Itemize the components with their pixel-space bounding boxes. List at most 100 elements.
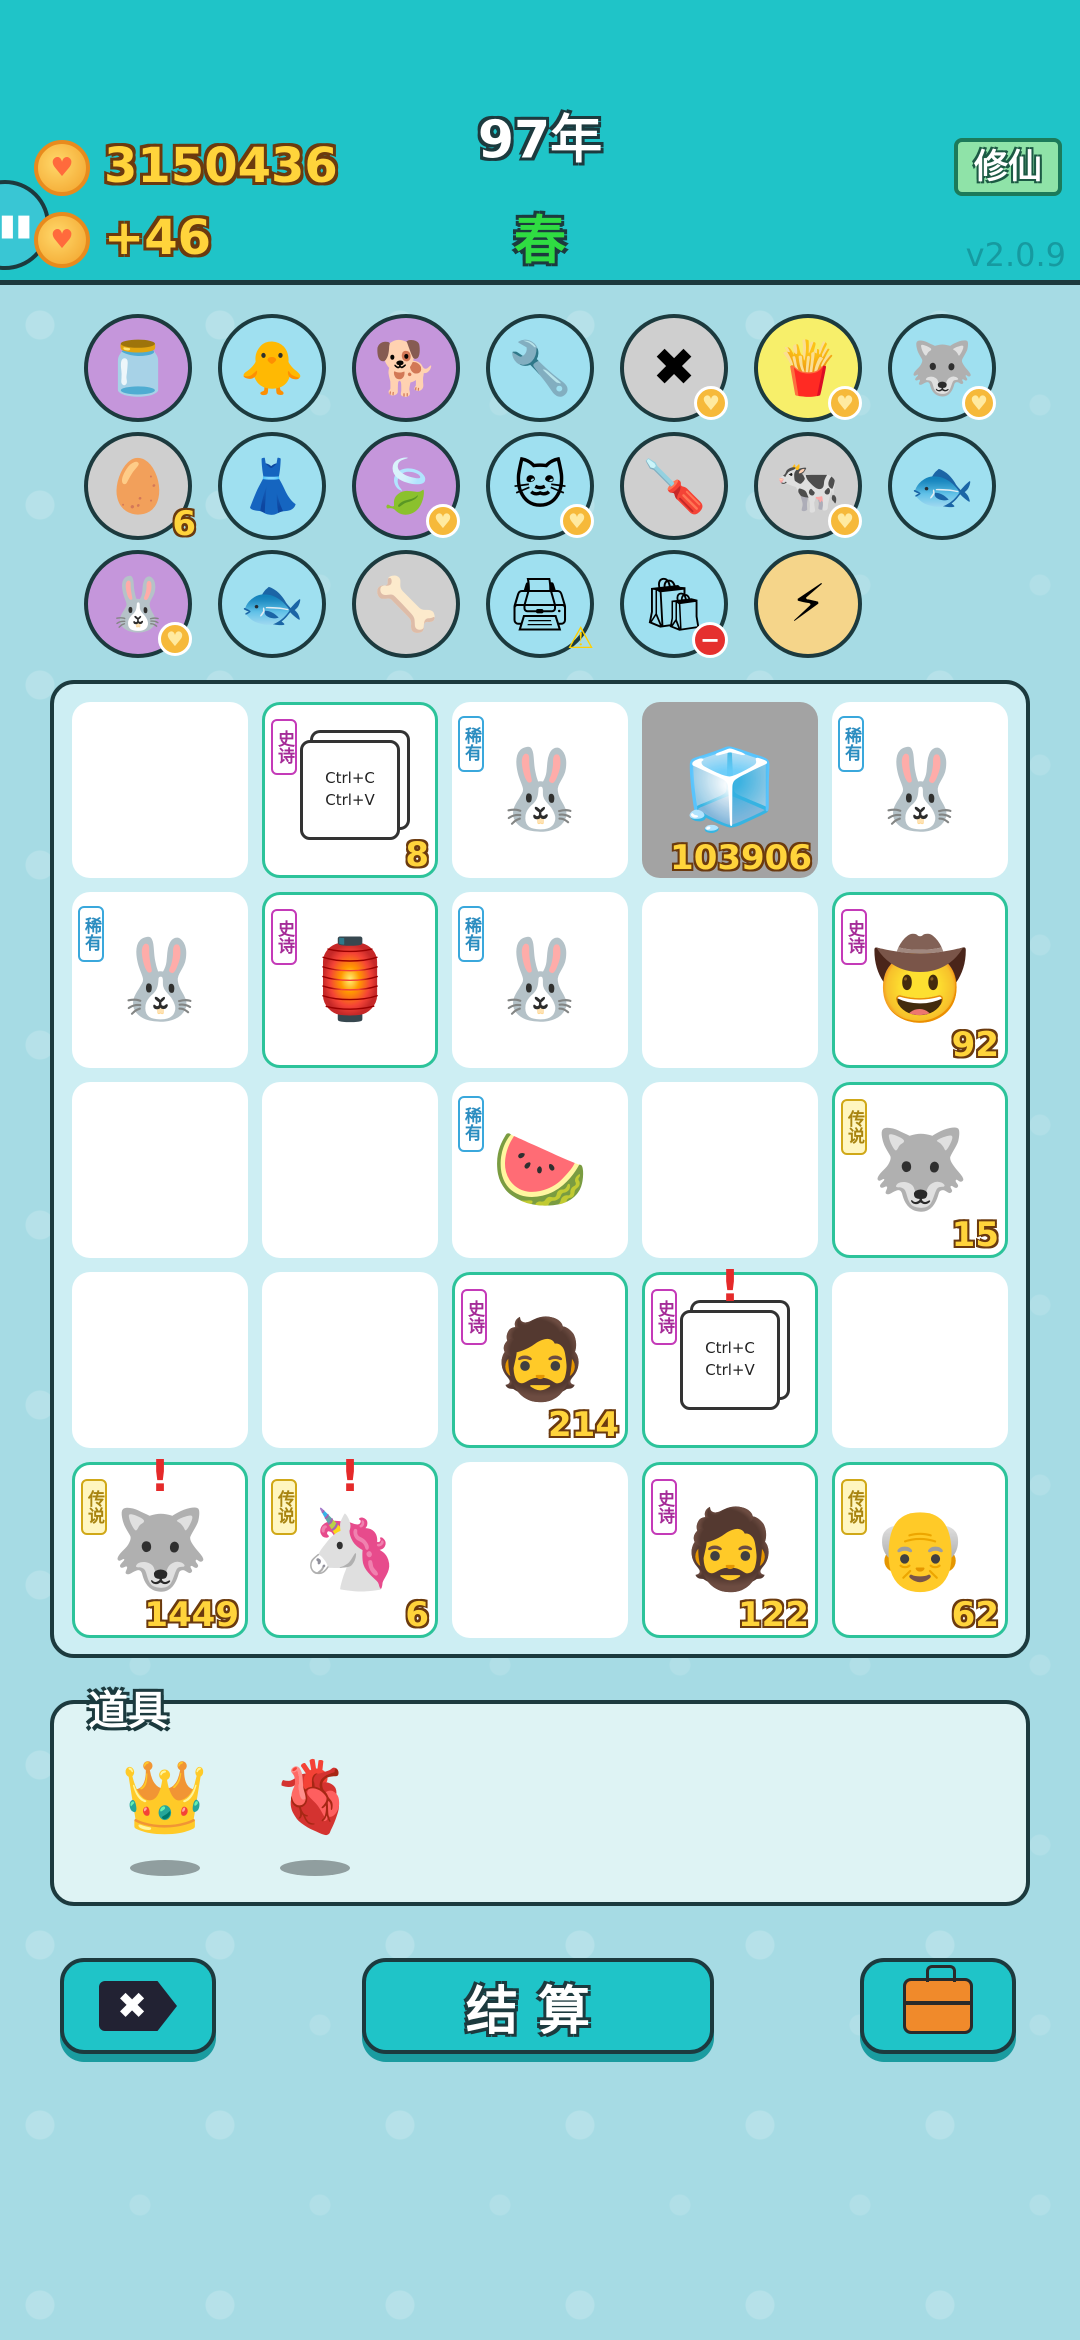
rarity-tag: 史诗 (651, 1479, 677, 1535)
empty-cell[interactable] (72, 1082, 248, 1258)
husky-icon[interactable]: 🐺 ♥ (888, 314, 996, 422)
cell-glyph: 🐰 (491, 744, 589, 835)
watermelon-cell[interactable]: 🍉 稀有 (452, 1082, 628, 1258)
printer-icon[interactable]: 🖨 ⚠ (486, 550, 594, 658)
cell-counter: 62 (951, 1595, 999, 1635)
card-line-1: Ctrl+C (325, 769, 375, 787)
cell-counter: 1449 (144, 1595, 239, 1635)
settle-label: 结算 (465, 1981, 610, 2042)
remove-button[interactable]: ✖ (60, 1958, 216, 2054)
rarity-tag: 稀有 (458, 906, 484, 962)
cultivation-button[interactable]: 修仙 (954, 138, 1062, 196)
cell-counter: 103906 (670, 838, 812, 878)
symbol-glyph: 🐰 (105, 574, 171, 635)
symbol-glyph: 🍟 (775, 338, 841, 399)
heart-badge-icon: ♥ (828, 504, 862, 538)
rarity-tag: 史诗 (461, 1289, 487, 1345)
tools-title: 道具 (88, 1688, 168, 1734)
card-line-2: Ctrl+V (325, 791, 375, 809)
heart-badge-icon: ♥ (828, 386, 862, 420)
symbol-glyph: ✖ (652, 338, 696, 398)
card-line-2: Ctrl+V (705, 1361, 755, 1379)
cell-counter: 8 (405, 835, 429, 875)
rarity-tag: 稀有 (458, 716, 484, 772)
bearded-man-cell[interactable]: 🧔 史诗 214 (452, 1272, 628, 1448)
cow-pair-icon[interactable]: 🐄 ♥ (754, 432, 862, 540)
top-bar: ▮▮ ♥ 3150436 ♥ +46 97年 春 修仙 v2.0.9 (0, 0, 1080, 285)
cell-glyph: 🏮 (301, 934, 399, 1025)
alert-icon: ! (149, 1451, 171, 1502)
empty-cell[interactable] (452, 1462, 628, 1638)
symbol-glyph: 🦴 (373, 574, 439, 635)
farmer-cell[interactable]: 🤠 史诗 92 (832, 892, 1008, 1068)
symbol-glyph: ⚡ (789, 574, 827, 634)
crown-tool-icon[interactable]: 👑 (110, 1752, 220, 1876)
copy-paste-card-icon: Ctrl+C Ctrl+V (680, 1310, 780, 1410)
symbol-glyph: 👗 (239, 456, 305, 517)
rabbit-house-cell[interactable]: 🏮 史诗 (262, 892, 438, 1068)
rarity-tag: 史诗 (271, 719, 297, 775)
rabbit-cell[interactable]: 🐰 稀有 (452, 702, 628, 878)
rarity-tag: 稀有 (78, 906, 104, 962)
cell-counter: 92 (951, 1025, 999, 1065)
rabbit-cell[interactable]: 🐰 稀有 (452, 892, 628, 1068)
copy-paste-card-cell[interactable]: Ctrl+C Ctrl+V 史诗 8 (262, 702, 438, 878)
copy-paste-card-cell[interactable]: Ctrl+C Ctrl+V 史诗! (642, 1261, 818, 1448)
tool-shadow (280, 1860, 350, 1876)
remove-tag-icon[interactable]: ✖ ♥ (620, 314, 728, 422)
empty-cell[interactable] (832, 1272, 1008, 1448)
milk-jar-icon[interactable]: 🫙 (84, 314, 192, 422)
egg-tray-icon[interactable]: 🥚 6 (84, 432, 196, 544)
screwdriver-icon[interactable]: 🪛 (620, 432, 728, 540)
cell-glyph: 🐺 (871, 1124, 969, 1215)
cell-glyph: 🍉 (491, 1124, 589, 1215)
empty-cell[interactable] (262, 1082, 438, 1258)
minus-badge-icon: − (692, 622, 728, 658)
fridge-cell[interactable]: 🧊 103906 (642, 702, 818, 878)
liver-tool-icon[interactable]: 🫀 (260, 1752, 370, 1876)
empty-cell[interactable] (72, 702, 248, 878)
dog-with-chain-icon[interactable]: 🐕 (352, 314, 460, 422)
cell-counter: 15 (951, 1215, 999, 1255)
empty-cell[interactable] (642, 1082, 818, 1258)
unicorn-cell[interactable]: 🦄 传说 6! (262, 1451, 438, 1638)
bearded-man-cell[interactable]: 🧔 史诗 122 (642, 1462, 818, 1638)
empty-cell[interactable] (642, 892, 818, 1068)
leaf-icon[interactable]: 🍃 ♥ (352, 432, 460, 540)
heart-badge-icon: ♥ (426, 504, 460, 538)
cell-glyph: 🐺 (111, 1504, 209, 1595)
fish-bowl-icon[interactable]: 🐟 (218, 550, 326, 658)
empty-cell[interactable] (72, 1272, 248, 1448)
bald-elder-cell[interactable]: 👴 传说 62 (832, 1462, 1008, 1638)
cell-glyph: 🐰 (111, 934, 209, 1025)
trash-bag-icon[interactable]: 🛍 − (620, 550, 728, 658)
rabbit-icon[interactable]: 🐰 ♥ (84, 550, 192, 658)
symbol-glyph: 🐟 (239, 574, 305, 635)
empty-cell[interactable] (262, 1272, 438, 1448)
rabbit-cell[interactable]: 🐰 稀有 (832, 702, 1008, 878)
french-fries-icon[interactable]: 🍟 ♥ (754, 314, 862, 422)
husky-king-cell[interactable]: 🐺 传说 1449! (72, 1451, 248, 1638)
rarity-tag: 史诗 (651, 1289, 677, 1345)
husky-king-cell[interactable]: 🐺 传说 15 (832, 1082, 1008, 1258)
settle-button[interactable]: 结算 (362, 1958, 714, 2054)
symbol-glyph: 🪛 (641, 456, 707, 517)
cell-glyph: 🐰 (491, 934, 589, 1025)
air-pump-icon[interactable]: 🔧 (486, 314, 594, 422)
rarity-tag: 传说 (271, 1479, 297, 1535)
version-label: v2.0.9 (965, 236, 1066, 274)
fish-bowl-icon[interactable]: 🐟 (888, 432, 996, 540)
dog-food-bowl-icon[interactable]: 🦴 (352, 550, 460, 658)
cell-glyph: 🐰 (871, 744, 969, 835)
cat-icon[interactable]: 🐱 ♥ (486, 432, 594, 540)
chick-with-egg-icon[interactable]: 🐥 (218, 314, 326, 422)
cell-glyph: 👴 (871, 1504, 969, 1595)
symbol-glyph: 🐱 (512, 456, 568, 516)
inventory-button[interactable] (860, 1958, 1016, 2054)
pleated-skirt-icon[interactable]: 👗 (218, 432, 326, 540)
lightning-icon[interactable]: ⚡ (754, 550, 862, 658)
rarity-tag: 史诗 (271, 909, 297, 965)
rabbit-cell[interactable]: 🐰 稀有 (72, 892, 248, 1068)
tool-glyph: 👑 (121, 1755, 209, 1838)
cell-counter: 6 (405, 1595, 429, 1635)
